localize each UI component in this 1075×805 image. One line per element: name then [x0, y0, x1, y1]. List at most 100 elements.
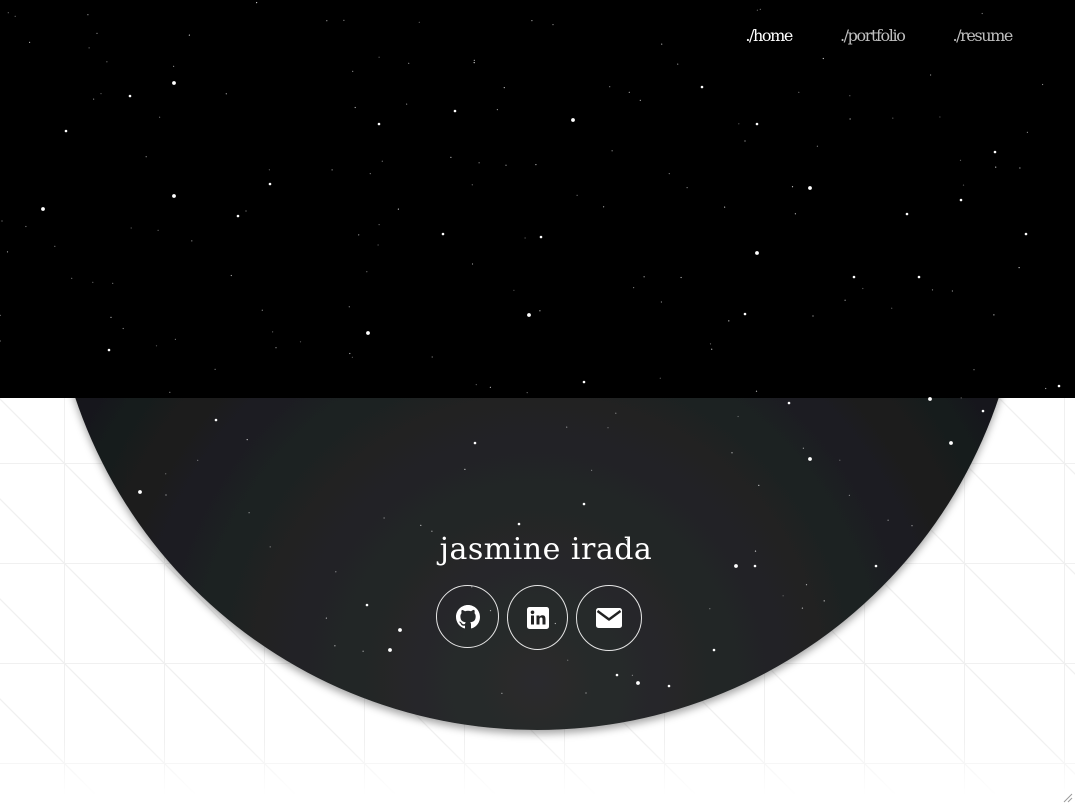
star: [848, 494, 851, 496]
star: [349, 352, 351, 355]
star: [214, 368, 216, 370]
star: [1018, 267, 1020, 269]
star: [377, 244, 379, 246]
star: [531, 20, 533, 22]
star: [501, 692, 503, 694]
star: [755, 390, 758, 392]
star: [962, 184, 965, 186]
star: [728, 320, 730, 322]
star: [928, 397, 932, 401]
star: [731, 452, 733, 454]
social-links: [436, 585, 642, 651]
star: [993, 314, 995, 316]
resize-handle-icon[interactable]: [1061, 791, 1073, 803]
star: [816, 145, 819, 147]
star: [993, 150, 997, 154]
star: [197, 459, 199, 461]
star: [93, 98, 95, 100]
star: [366, 271, 368, 273]
star: [473, 441, 477, 445]
email-button[interactable]: [576, 585, 642, 651]
star: [245, 210, 247, 212]
star: [677, 63, 679, 65]
star: [71, 277, 73, 279]
star: [225, 93, 227, 95]
star: [325, 617, 327, 619]
star: [615, 673, 619, 677]
star: [1019, 167, 1021, 169]
star: [172, 81, 176, 85]
star: [343, 19, 345, 21]
star: [464, 468, 466, 470]
star: [381, 160, 383, 162]
star: [759, 8, 761, 10]
star: [54, 245, 56, 247]
star: [517, 522, 521, 526]
star: [112, 282, 114, 284]
star: [214, 418, 218, 422]
nav-resume[interactable]: ./resume: [952, 26, 1013, 45]
star: [334, 645, 336, 647]
hero-name: jasmine irada: [439, 532, 653, 567]
top-nav: ./home ./portfolio ./resume: [745, 26, 1013, 45]
star: [408, 62, 410, 64]
star: [615, 412, 617, 414]
star: [571, 118, 575, 122]
star: [128, 94, 132, 98]
star: [420, 524, 422, 527]
star: [335, 571, 337, 573]
star: [398, 628, 402, 632]
star: [431, 356, 433, 358]
star: [844, 299, 846, 301]
github-button[interactable]: [436, 585, 499, 648]
star: [526, 392, 528, 394]
star: [471, 184, 473, 186]
star: [607, 427, 609, 429]
star: [92, 281, 94, 283]
star: [358, 234, 360, 236]
star: [1, 220, 3, 222]
star: [794, 213, 797, 215]
star: [0, 340, 1, 342]
star: [378, 56, 380, 58]
star: [489, 386, 491, 388]
star: [951, 290, 954, 292]
star: [808, 457, 812, 461]
star: [441, 232, 445, 236]
star: [852, 275, 856, 279]
star: [165, 494, 167, 496]
star: [709, 608, 711, 610]
page: ./home ./portfolio ./resume jasmine irad…: [0, 0, 1075, 805]
star: [917, 275, 921, 279]
star: [406, 103, 408, 105]
star: [505, 164, 507, 166]
star: [369, 173, 371, 175]
nav-home[interactable]: ./home: [745, 26, 793, 45]
star: [450, 156, 452, 158]
star: [700, 85, 704, 89]
star: [29, 41, 31, 44]
star: [14, 15, 16, 17]
star: [849, 118, 851, 120]
star: [365, 603, 369, 607]
star: [354, 106, 356, 109]
star: [591, 469, 593, 471]
star: [1026, 131, 1028, 133]
star: [268, 182, 272, 186]
star: [230, 274, 232, 277]
star: [887, 519, 889, 521]
star: [236, 214, 240, 218]
star: [567, 659, 569, 661]
star: [478, 162, 480, 164]
star: [611, 150, 613, 152]
star: [905, 212, 909, 216]
star: [659, 377, 661, 379]
star: [246, 439, 248, 441]
star: [812, 315, 814, 317]
star: [0, 314, 1, 316]
star: [782, 595, 784, 597]
nav-portfolio[interactable]: ./portfolio: [840, 26, 906, 45]
linkedin-button[interactable]: [507, 585, 568, 650]
star: [331, 169, 333, 171]
star: [155, 345, 158, 347]
